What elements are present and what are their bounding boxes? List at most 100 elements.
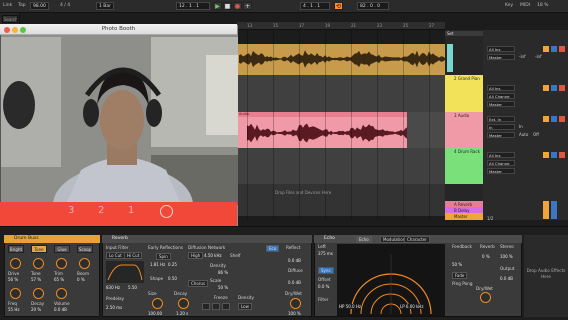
amp-pad[interactable]: Glue xyxy=(54,245,70,253)
amp-knob-value[interactable]: 56 % xyxy=(8,277,18,282)
amp-pad[interactable]: Scoop xyxy=(77,245,93,253)
num-button[interactable] xyxy=(543,85,549,91)
quality-toggle[interactable]: Eco xyxy=(266,245,280,252)
amp-knob-value[interactable]: 65 % xyxy=(54,277,64,282)
amp-knob[interactable] xyxy=(79,258,90,269)
tempo-field[interactable]: 98.00 xyxy=(30,2,49,10)
record-button[interactable]: ● xyxy=(233,2,242,10)
size-knob[interactable] xyxy=(152,298,163,309)
amp-knob-value[interactable]: 20 % xyxy=(31,307,41,312)
reverb-device-title[interactable]: Reverb xyxy=(102,235,312,243)
hp-filter[interactable]: HP 50.0 Hz xyxy=(339,304,361,309)
play-button[interactable]: ▶ xyxy=(213,2,222,10)
output-2[interactable]: Master xyxy=(487,101,515,107)
arm-button[interactable] xyxy=(559,152,565,158)
monitor-off[interactable]: Off xyxy=(533,132,539,137)
browser-search-input[interactable]: Search xyxy=(2,15,18,23)
cut-toggle[interactable] xyxy=(222,303,230,310)
density-pct[interactable]: 86 % xyxy=(218,270,228,275)
track-lane-4[interactable] xyxy=(237,148,445,184)
tap-button[interactable]: Tap xyxy=(18,3,26,8)
monitor-in[interactable]: In xyxy=(519,124,523,129)
time-signature[interactable]: 4 / 4 xyxy=(60,3,70,8)
device-drop-zone[interactable] xyxy=(237,184,445,216)
num-button[interactable] xyxy=(543,152,549,158)
lp-filter[interactable]: LP 6.00 kHz xyxy=(400,304,424,309)
shutter-icon[interactable] xyxy=(160,205,173,218)
spin-rate[interactable]: 0.25 xyxy=(168,262,177,267)
input-3[interactable]: In xyxy=(487,124,515,130)
echo-drywet-knob[interactable] xyxy=(480,292,491,303)
stereo-value[interactable]: 100 % xyxy=(500,254,513,259)
link-button[interactable]: Link xyxy=(3,3,12,8)
solo-button[interactable] xyxy=(551,46,557,52)
arm-button[interactable] xyxy=(559,85,565,91)
metronome-quantize[interactable]: 1 Bar xyxy=(96,2,114,10)
minimize-icon[interactable] xyxy=(12,27,18,33)
track-name[interactable]: 3 Audio xyxy=(445,112,483,119)
reflect-value[interactable]: 0.0 dB xyxy=(288,258,301,263)
send-b-1[interactable]: -inf xyxy=(535,54,542,59)
audio-clip-1[interactable] xyxy=(237,44,445,75)
send-a-1[interactable]: -inf xyxy=(519,54,526,59)
size-value[interactable]: 100.00 xyxy=(148,311,162,316)
predelay-value[interactable]: 2.50 ms xyxy=(106,305,122,310)
arm-button[interactable] xyxy=(559,116,565,122)
solo-button[interactable] xyxy=(551,116,557,122)
monitor-1[interactable]: Master xyxy=(487,54,515,60)
high-freq[interactable]: 4.50 kHz xyxy=(204,253,222,258)
amp-knob-value[interactable]: 0.0 dB xyxy=(54,307,67,312)
filter-graph[interactable] xyxy=(106,261,144,283)
audio-from-3[interactable]: Ext. In xyxy=(487,116,515,122)
loop-start-field[interactable]: 4 . 1 . 1 xyxy=(300,2,330,10)
track-name[interactable]: Master xyxy=(445,213,483,220)
track-name[interactable]: 4 Drum Rack xyxy=(445,148,483,155)
zoom-icon[interactable] xyxy=(20,27,26,33)
audio-clip-3[interactable]: Audio xyxy=(237,112,407,148)
photo-booth-window[interactable] xyxy=(0,24,238,227)
decay-value[interactable]: 1.20 s xyxy=(176,311,188,316)
chorus-toggle[interactable]: Chorus xyxy=(188,280,209,287)
close-icon[interactable] xyxy=(4,27,10,33)
amp-knob[interactable] xyxy=(33,288,44,299)
midi-from-2[interactable]: All Ins xyxy=(487,85,515,91)
num-button[interactable] xyxy=(543,213,549,219)
solo-button[interactable] xyxy=(551,152,557,158)
echo-tab[interactable]: Echo xyxy=(356,236,372,243)
amp-knob[interactable] xyxy=(10,258,21,269)
midi-map-button[interactable]: MIDI xyxy=(520,3,530,8)
feedback-value[interactable]: 50 % xyxy=(452,262,462,267)
overdub-button[interactable]: + xyxy=(243,2,252,10)
amp-knob-value[interactable]: 57 % xyxy=(31,277,41,282)
scale-value[interactable]: 50 % xyxy=(218,285,228,290)
track-lane-2[interactable] xyxy=(237,75,445,112)
output-value[interactable]: 0.0 dB xyxy=(500,276,513,281)
freeze-toggle[interactable] xyxy=(202,303,210,310)
reverb-value[interactable]: 0 % xyxy=(482,254,490,259)
stop-button[interactable]: ■ xyxy=(223,2,232,10)
spin-amount[interactable]: 1.81 Hz xyxy=(150,262,165,267)
ping-pong-label[interactable]: Ping Pong xyxy=(452,281,473,286)
num-button[interactable] xyxy=(543,116,549,122)
key-map-button[interactable]: Key xyxy=(505,3,513,8)
shape-value[interactable]: 0.50 xyxy=(168,276,177,281)
output-4[interactable]: Master xyxy=(487,168,515,174)
monitor-auto[interactable]: Auto xyxy=(519,132,528,137)
drywet-knob[interactable] xyxy=(290,298,301,309)
filter-freq[interactable]: 830 Hz xyxy=(106,285,120,290)
high-toggle[interactable]: High xyxy=(188,252,204,259)
output-3[interactable]: Master xyxy=(487,132,515,138)
num-button[interactable] xyxy=(543,46,549,52)
amp-knob[interactable] xyxy=(33,258,44,269)
audio-from-1[interactable]: All Ins xyxy=(487,46,515,52)
track-name[interactable]: 2 Grand Pian xyxy=(445,75,483,82)
loop-switch[interactable]: ⟲ xyxy=(334,2,343,10)
fade-mode[interactable]: Fade xyxy=(452,272,468,279)
spin-toggle[interactable]: Spin xyxy=(156,253,171,260)
diffuse-value[interactable]: 0.0 dB xyxy=(288,280,301,285)
hi-cut-toggle[interactable]: Hi Cut xyxy=(124,252,143,259)
left-time[interactable]: 375 ms xyxy=(318,251,333,256)
amp-knob[interactable] xyxy=(56,288,67,299)
filter-width[interactable]: 5.50 xyxy=(128,285,137,290)
echo-tab[interactable]: Character xyxy=(404,236,430,243)
